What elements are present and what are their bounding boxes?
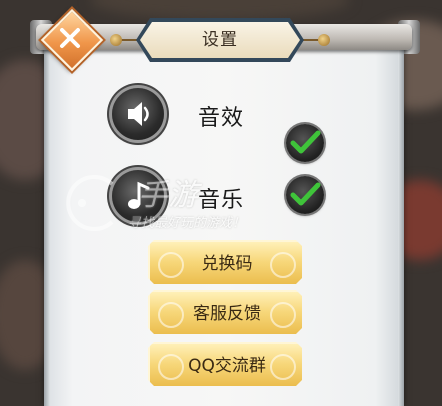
sound-effects-toggle[interactable] bbox=[286, 124, 324, 162]
title-plaque: 设置 bbox=[110, 18, 330, 62]
speaker-icon bbox=[128, 102, 149, 126]
sound-effects-label: 音效 bbox=[198, 106, 245, 131]
sound-effects-icon-badge bbox=[112, 88, 164, 140]
music-label: 音乐 bbox=[198, 188, 245, 213]
checkmark-icon bbox=[290, 130, 321, 154]
redeem-code-label: 兑换码 bbox=[201, 254, 253, 274]
customer-feedback-label: 客服反馈 bbox=[193, 304, 261, 324]
music-icon-badge bbox=[112, 170, 164, 222]
checkmark-icon bbox=[290, 182, 321, 206]
customer-feedback-button[interactable]: 客服反馈 bbox=[148, 290, 302, 334]
redeem-code-button[interactable]: 兑换码 bbox=[148, 240, 302, 284]
music-toggle[interactable] bbox=[286, 176, 324, 214]
close-icon bbox=[60, 28, 80, 48]
qq-group-label: QQ交流群 bbox=[188, 356, 266, 376]
dialog-title: 设置 bbox=[202, 30, 238, 50]
music-note-icon bbox=[128, 181, 150, 209]
close-button[interactable] bbox=[40, 8, 104, 72]
qq-group-button[interactable]: QQ交流群 bbox=[148, 342, 302, 386]
